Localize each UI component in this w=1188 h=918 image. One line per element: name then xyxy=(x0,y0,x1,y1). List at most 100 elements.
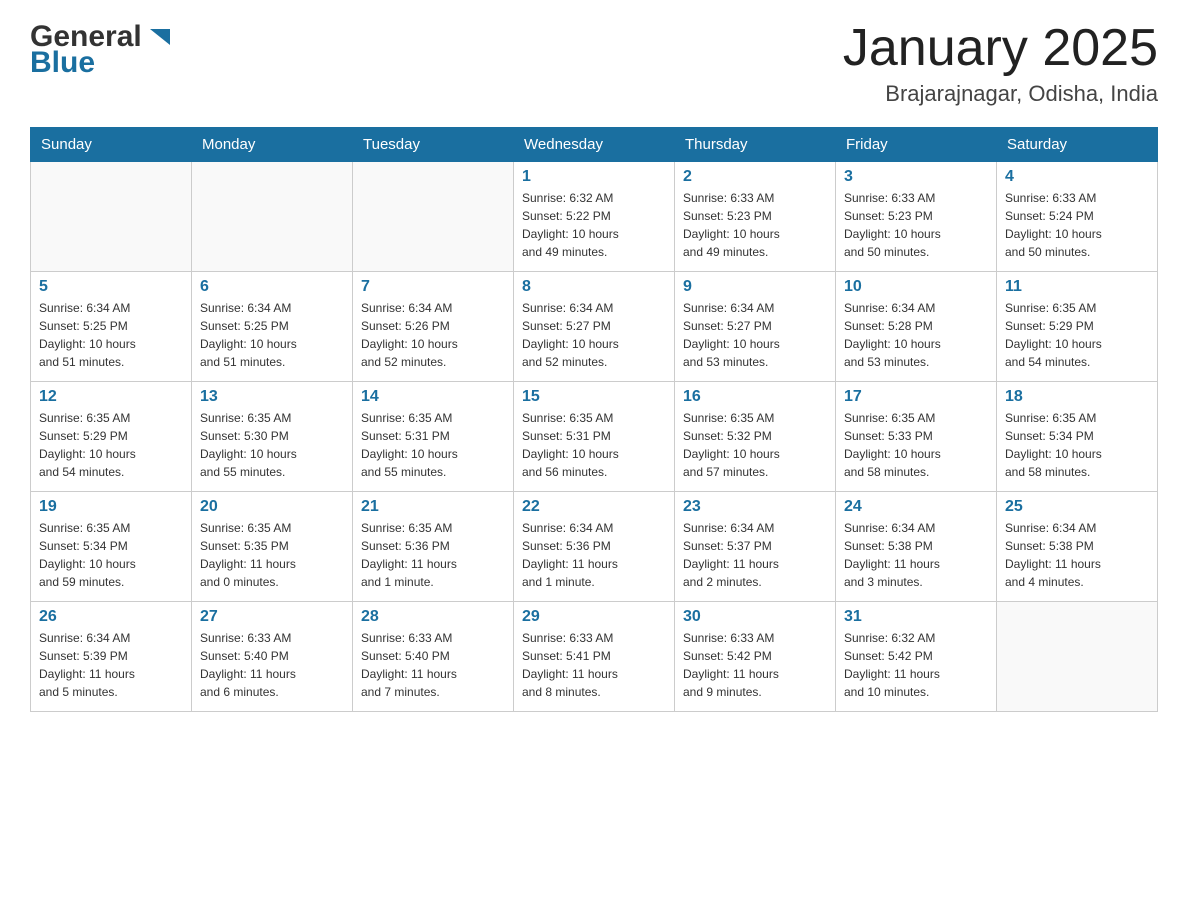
day-number: 14 xyxy=(361,388,505,406)
day-info: Sunrise: 6:35 AM Sunset: 5:30 PM Dayligh… xyxy=(200,409,344,481)
calendar-cell: 16 Sunrise: 6:35 AM Sunset: 5:32 PM Dayli… xyxy=(675,382,836,492)
day-number: 16 xyxy=(683,388,827,406)
day-number: 19 xyxy=(39,498,183,516)
day-info: Sunrise: 6:34 AM Sunset: 5:28 PM Dayligh… xyxy=(844,299,988,371)
day-info: Sunrise: 6:33 AM Sunset: 5:23 PM Dayligh… xyxy=(844,189,988,261)
day-info: Sunrise: 6:35 AM Sunset: 5:34 PM Dayligh… xyxy=(39,519,183,591)
day-info: Sunrise: 6:34 AM Sunset: 5:37 PM Dayligh… xyxy=(683,519,827,591)
calendar-cell: 31 Sunrise: 6:32 AM Sunset: 5:42 PM Dayli… xyxy=(836,602,997,712)
day-info: Sunrise: 6:34 AM Sunset: 5:36 PM Dayligh… xyxy=(522,519,666,591)
day-info: Sunrise: 6:34 AM Sunset: 5:27 PM Dayligh… xyxy=(683,299,827,371)
day-number: 4 xyxy=(1005,168,1149,186)
day-number: 1 xyxy=(522,168,666,186)
day-number: 31 xyxy=(844,608,988,626)
calendar-cell: 1Sunrise: 6:32 AM Sunset: 5:22 PM Daylig… xyxy=(514,162,675,272)
calendar-cell: 29 Sunrise: 6:33 AM Sunset: 5:41 PM Dayli… xyxy=(514,602,675,712)
calendar-cell: 27 Sunrise: 6:33 AM Sunset: 5:40 PM Dayli… xyxy=(192,602,353,712)
day-number: 9 xyxy=(683,278,827,296)
calendar-cell: 28 Sunrise: 6:33 AM Sunset: 5:40 PM Dayli… xyxy=(353,602,514,712)
calendar-week-2: 5Sunrise: 6:34 AM Sunset: 5:25 PM Daylig… xyxy=(31,272,1158,382)
calendar-cell: 7 Sunrise: 6:34 AM Sunset: 5:26 PM Daylig… xyxy=(353,272,514,382)
calendar-cell xyxy=(353,162,514,272)
calendar-cell xyxy=(31,162,192,272)
day-number: 15 xyxy=(522,388,666,406)
day-number: 30 xyxy=(683,608,827,626)
day-info: Sunrise: 6:35 AM Sunset: 5:31 PM Dayligh… xyxy=(522,409,666,481)
calendar-cell: 25Sunrise: 6:34 AM Sunset: 5:38 PM Dayli… xyxy=(997,492,1158,602)
day-info: Sunrise: 6:35 AM Sunset: 5:33 PM Dayligh… xyxy=(844,409,988,481)
day-info: Sunrise: 6:33 AM Sunset: 5:24 PM Dayligh… xyxy=(1005,189,1149,261)
location-text: Brajarajnagar, Odisha, India xyxy=(843,81,1158,107)
day-number: 17 xyxy=(844,388,988,406)
calendar-cell: 8 Sunrise: 6:34 AM Sunset: 5:27 PM Daylig… xyxy=(514,272,675,382)
day-number: 8 xyxy=(522,278,666,296)
logo-blue-text: Blue xyxy=(30,46,95,80)
day-number: 26 xyxy=(39,608,183,626)
calendar-cell: 3 Sunrise: 6:33 AM Sunset: 5:23 PM Daylig… xyxy=(836,162,997,272)
day-number: 23 xyxy=(683,498,827,516)
day-info: Sunrise: 6:33 AM Sunset: 5:41 PM Dayligh… xyxy=(522,629,666,701)
day-number: 24 xyxy=(844,498,988,516)
calendar-cell: 18 Sunrise: 6:35 AM Sunset: 5:34 PM Dayli… xyxy=(997,382,1158,492)
month-title: January 2025 xyxy=(843,20,1158,77)
day-info: Sunrise: 6:33 AM Sunset: 5:40 PM Dayligh… xyxy=(361,629,505,701)
day-number: 28 xyxy=(361,608,505,626)
calendar-cell: 22 Sunrise: 6:34 AM Sunset: 5:36 PM Dayli… xyxy=(514,492,675,602)
day-number: 20 xyxy=(200,498,344,516)
day-number: 7 xyxy=(361,278,505,296)
day-info: Sunrise: 6:34 AM Sunset: 5:38 PM Dayligh… xyxy=(1005,519,1149,591)
calendar-cell: 21 Sunrise: 6:35 AM Sunset: 5:36 PM Dayli… xyxy=(353,492,514,602)
day-info: Sunrise: 6:35 AM Sunset: 5:29 PM Dayligh… xyxy=(39,409,183,481)
day-number: 13 xyxy=(200,388,344,406)
day-number: 3 xyxy=(844,168,988,186)
calendar-week-1: 1Sunrise: 6:32 AM Sunset: 5:22 PM Daylig… xyxy=(31,162,1158,272)
day-info: Sunrise: 6:35 AM Sunset: 5:29 PM Dayligh… xyxy=(1005,299,1149,371)
day-info: Sunrise: 6:35 AM Sunset: 5:34 PM Dayligh… xyxy=(1005,409,1149,481)
header-day-sunday: Sunday xyxy=(31,128,192,162)
day-info: Sunrise: 6:34 AM Sunset: 5:27 PM Dayligh… xyxy=(522,299,666,371)
calendar-cell: 12 Sunrise: 6:35 AM Sunset: 5:29 PM Dayli… xyxy=(31,382,192,492)
day-number: 21 xyxy=(361,498,505,516)
day-number: 12 xyxy=(39,388,183,406)
header-day-friday: Friday xyxy=(836,128,997,162)
page-header: General Blue January 2025 Brajarajnagar,… xyxy=(30,20,1158,107)
calendar-table: SundayMondayTuesdayWednesdayThursdayFrid… xyxy=(30,127,1158,712)
day-info: Sunrise: 6:33 AM Sunset: 5:40 PM Dayligh… xyxy=(200,629,344,701)
calendar-cell: 11Sunrise: 6:35 AM Sunset: 5:29 PM Dayli… xyxy=(997,272,1158,382)
calendar-cell: 20 Sunrise: 6:35 AM Sunset: 5:35 PM Dayli… xyxy=(192,492,353,602)
calendar-cell: 17 Sunrise: 6:35 AM Sunset: 5:33 PM Dayli… xyxy=(836,382,997,492)
header-day-monday: Monday xyxy=(192,128,353,162)
calendar-week-3: 12 Sunrise: 6:35 AM Sunset: 5:29 PM Dayli… xyxy=(31,382,1158,492)
day-info: Sunrise: 6:35 AM Sunset: 5:35 PM Dayligh… xyxy=(200,519,344,591)
day-info: Sunrise: 6:35 AM Sunset: 5:32 PM Dayligh… xyxy=(683,409,827,481)
calendar-cell: 14 Sunrise: 6:35 AM Sunset: 5:31 PM Dayli… xyxy=(353,382,514,492)
title-section: January 2025 Brajarajnagar, Odisha, Indi… xyxy=(843,20,1158,107)
day-number: 10 xyxy=(844,278,988,296)
day-info: Sunrise: 6:33 AM Sunset: 5:23 PM Dayligh… xyxy=(683,189,827,261)
calendar-header-row: SundayMondayTuesdayWednesdayThursdayFrid… xyxy=(31,128,1158,162)
day-info: Sunrise: 6:34 AM Sunset: 5:38 PM Dayligh… xyxy=(844,519,988,591)
day-number: 6 xyxy=(200,278,344,296)
calendar-cell: 4 Sunrise: 6:33 AM Sunset: 5:24 PM Daylig… xyxy=(997,162,1158,272)
header-day-wednesday: Wednesday xyxy=(514,128,675,162)
calendar-cell xyxy=(997,602,1158,712)
calendar-cell: 9 Sunrise: 6:34 AM Sunset: 5:27 PM Daylig… xyxy=(675,272,836,382)
day-info: Sunrise: 6:34 AM Sunset: 5:26 PM Dayligh… xyxy=(361,299,505,371)
calendar-cell: 26 Sunrise: 6:34 AM Sunset: 5:39 PM Dayli… xyxy=(31,602,192,712)
day-info: Sunrise: 6:35 AM Sunset: 5:31 PM Dayligh… xyxy=(361,409,505,481)
day-info: Sunrise: 6:35 AM Sunset: 5:36 PM Dayligh… xyxy=(361,519,505,591)
day-info: Sunrise: 6:34 AM Sunset: 5:39 PM Dayligh… xyxy=(39,629,183,701)
logo: General Blue xyxy=(30,20,174,80)
day-number: 22 xyxy=(522,498,666,516)
day-number: 18 xyxy=(1005,388,1149,406)
day-number: 29 xyxy=(522,608,666,626)
day-info: Sunrise: 6:32 AM Sunset: 5:42 PM Dayligh… xyxy=(844,629,988,701)
calendar-week-4: 19 Sunrise: 6:35 AM Sunset: 5:34 PM Dayli… xyxy=(31,492,1158,602)
day-number: 27 xyxy=(200,608,344,626)
calendar-cell: 30Sunrise: 6:33 AM Sunset: 5:42 PM Dayli… xyxy=(675,602,836,712)
calendar-week-5: 26 Sunrise: 6:34 AM Sunset: 5:39 PM Dayli… xyxy=(31,602,1158,712)
calendar-cell: 5Sunrise: 6:34 AM Sunset: 5:25 PM Daylig… xyxy=(31,272,192,382)
calendar-cell: 2Sunrise: 6:33 AM Sunset: 5:23 PM Daylig… xyxy=(675,162,836,272)
day-info: Sunrise: 6:34 AM Sunset: 5:25 PM Dayligh… xyxy=(39,299,183,371)
day-info: Sunrise: 6:34 AM Sunset: 5:25 PM Dayligh… xyxy=(200,299,344,371)
